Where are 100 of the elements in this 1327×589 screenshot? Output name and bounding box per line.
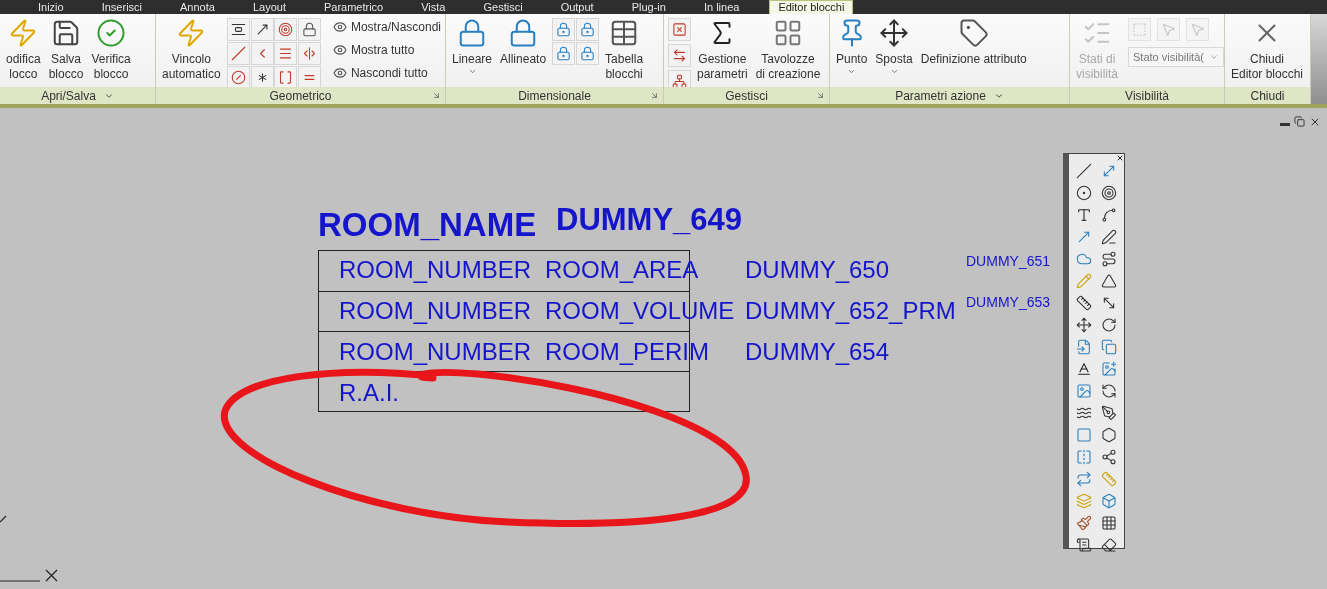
panel-title: Visibilità (1125, 87, 1169, 105)
eraser-icon (1100, 537, 1117, 553)
panel-title: Gestisci (725, 87, 768, 105)
ribbon-button[interactable]: Tabella blocchi (603, 14, 646, 87)
caret-icon (1209, 52, 1219, 62)
padlock-icon (580, 46, 596, 61)
pencil-icon (1076, 273, 1093, 289)
pointer-icon (1161, 22, 1176, 37)
dashed-square-icon (1132, 22, 1147, 37)
layers-icon (1076, 493, 1093, 509)
ribbon-tab[interactable]: Plug-in (623, 1, 674, 14)
ribbon-tab[interactable]: Gestisci (475, 1, 531, 14)
line-icon (1076, 163, 1093, 179)
ribbon-tab[interactable]: Editor blocchi (769, 0, 854, 14)
ribbon-button[interactable]: Allineato (498, 14, 549, 87)
square-icon (1076, 427, 1093, 443)
move-icon (879, 18, 910, 48)
attribute-text: DUMMY_651 (966, 254, 1051, 268)
ribbon-button[interactable]: Punto (834, 14, 870, 87)
ribbon-button[interactable]: Verifica blocco (89, 14, 133, 87)
button-label: Sposta (875, 52, 913, 67)
concentric-circles-icon (278, 22, 294, 37)
mirror-icon (1076, 449, 1093, 465)
close-icon[interactable] (1116, 154, 1124, 162)
ribbon-button[interactable]: Chiudi Editor blocchi (1229, 14, 1306, 87)
slash-icon (230, 46, 246, 61)
network-icon (672, 74, 687, 87)
button-label: Stati di (1078, 52, 1116, 67)
polygon-icon (1100, 427, 1117, 443)
launcher-icon[interactable] (432, 91, 441, 100)
ribbon-tab[interactable]: Output (552, 1, 602, 14)
ruler-icon (1100, 471, 1117, 487)
menu-button[interactable]: Nascondi tutto (332, 64, 441, 82)
brackets-icon (278, 70, 294, 85)
button-label: Lineare (452, 52, 493, 67)
ribbon-button[interactable]: Lineare (450, 14, 495, 87)
caret-icon (467, 67, 477, 76)
path-icon (1100, 251, 1117, 267)
attribute-text: R.A.I. (339, 381, 399, 405)
tool-button[interactable] (298, 18, 322, 41)
ribbon-button[interactable]: Tavolozze di creazione (753, 14, 823, 87)
eye-icon (332, 66, 347, 80)
panel-title: Dimensionale (518, 87, 591, 105)
ribbon-button[interactable]: Sposta (873, 14, 915, 87)
image-edit-icon (1100, 361, 1117, 377)
button-label: parametri (697, 67, 748, 82)
menu-button[interactable]: Mostra tutto (332, 41, 441, 59)
ribbon-tab[interactable]: Layout (244, 1, 294, 14)
ribbon-tab[interactable]: Vista (413, 1, 454, 14)
ribbon-button[interactable]: Vincolo automatico (160, 14, 223, 87)
nodes-icon (1100, 449, 1117, 465)
button-label: blocco (48, 67, 84, 82)
curve-icon (1100, 207, 1117, 223)
menu-button[interactable]: Mostra/Nascondi (332, 18, 441, 36)
horizontal-lines-icon (278, 46, 294, 61)
block-title: DUMMY_649 (556, 204, 743, 235)
ribbon-tab[interactable]: Annota (172, 1, 223, 14)
ribbon-button[interactable]: odifica locco (4, 14, 43, 87)
file-arrow-icon (1076, 339, 1093, 355)
tag-icon (958, 18, 989, 48)
ribbon-tab[interactable]: Inserisci (93, 1, 151, 14)
ribbon-button[interactable]: Salva blocco (46, 14, 86, 87)
attribute-text: DUMMY_650 (745, 258, 890, 282)
caret-icon (889, 67, 899, 76)
image-icon (1076, 383, 1093, 399)
restore-icon[interactable] (1294, 116, 1305, 127)
eye-icon (332, 43, 347, 57)
tool-button[interactable] (250, 66, 274, 87)
attribute-text: DUMMY_652_PRM (745, 299, 956, 323)
button-label: Tavolozze (761, 52, 815, 67)
attribute-text: ROOM_NUMBER (339, 258, 531, 282)
vertical-align-icon (230, 22, 246, 37)
button-label: Vincolo (171, 52, 211, 67)
ribbon-button[interactable]: Gestione parametri (695, 14, 750, 87)
launcher-icon[interactable] (816, 91, 825, 100)
button-label: di creazione (755, 67, 821, 82)
button-label: Verifica (91, 52, 131, 67)
ribbon-button[interactable]: Definizione attributo (918, 14, 1029, 87)
lock-icon (302, 22, 318, 37)
text-icon (1076, 207, 1093, 223)
ribbon-tab[interactable]: Inizio (30, 1, 72, 14)
button-label: Salva (51, 52, 82, 67)
circle-slash-icon (230, 70, 246, 85)
button-label: locco (9, 67, 38, 82)
tool-button[interactable] (226, 18, 250, 41)
attribute-text: DUMMY_654 (745, 340, 890, 364)
launcher-icon[interactable] (650, 91, 659, 100)
refresh-icon (1100, 383, 1117, 399)
close-icon[interactable] (1309, 116, 1321, 128)
letter-icon (1076, 361, 1093, 377)
grid-icon (1100, 515, 1117, 531)
ribbon-tab[interactable]: Parametrico (315, 1, 392, 14)
ribbon-tab[interactable]: In linea (695, 1, 748, 14)
button-label: Punto (836, 52, 868, 67)
tool-button[interactable] (250, 18, 274, 41)
square-x-icon (672, 22, 687, 37)
pen-icon (1100, 229, 1117, 245)
crossing-arrows-icon (672, 48, 687, 63)
scroll-icon (1076, 537, 1093, 553)
eye-icon (332, 20, 347, 34)
